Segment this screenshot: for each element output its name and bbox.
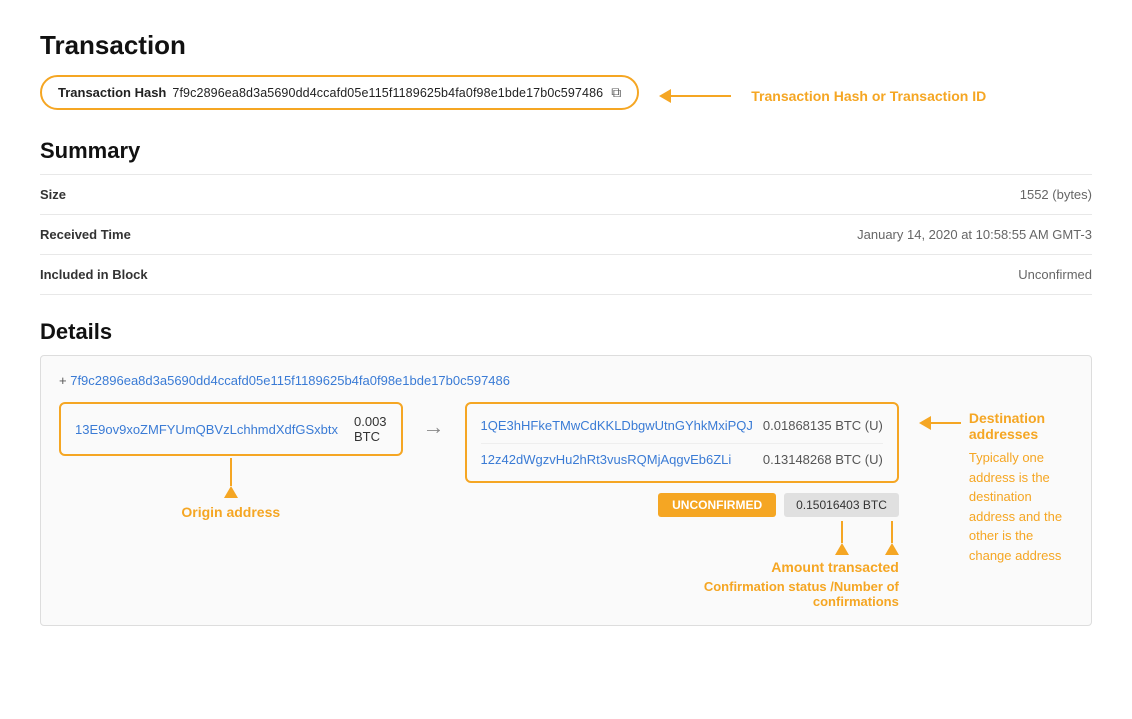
btc-total: 0.15016403 BTC [784, 493, 899, 517]
bottom-labels: Amount transacted Confirmation status /N… [465, 559, 899, 609]
origin-arrow-line [230, 458, 232, 486]
confirmation-arrow-block [835, 519, 849, 555]
confirm-arrow-head [835, 543, 849, 555]
origin-section: 13E9ov9xoZMFYUmQBVzLchhmdXdfGSxbtx 0.003… [59, 402, 403, 520]
origin-label: Origin address [181, 504, 280, 520]
origin-arrow [224, 458, 238, 498]
tx-flow-row: 13E9ov9xoZMFYUmQBVzLchhmdXdfGSxbtx 0.003… [59, 402, 1073, 609]
tx-hash-box: Transaction Hash 7f9c2896ea8d3a5690dd4cc… [40, 75, 639, 110]
dest-box: 1QE3hHFkeTMwCdKKLDbgwUtnGYhkMxiPQJ 0.018… [465, 402, 899, 483]
bottom-arrows-row [465, 519, 899, 555]
dest-annotation-block: Destination addresses Typically one addr… [919, 402, 1073, 565]
page-title: Transaction [40, 30, 1092, 61]
summary-value-received: January 14, 2020 at 10:58:55 AM GMT-3 [857, 227, 1092, 242]
mid-arrow: → [423, 402, 445, 440]
confirm-arrow-line [841, 521, 843, 543]
dest-arrow-head [919, 416, 931, 430]
footer-row: UNCONFIRMED 0.15016403 BTC [465, 493, 899, 517]
arrow-line [671, 95, 731, 97]
tx-hash-value: 7f9c2896ea8d3a5690dd4ccafd05e115f1189625… [172, 86, 603, 100]
flow-arrow-icon: → [423, 414, 445, 440]
dest-annotation-note: Typically one address is the destination… [969, 448, 1073, 565]
amount-arrow [885, 521, 899, 555]
details-box: 7f9c2896ea8d3a5690dd4ccafd05e115f1189625… [40, 355, 1092, 626]
dest-addr-2[interactable]: 12z42dWgzvHu2hRt3vusRQMjAqgvEb6ZLi [481, 452, 732, 467]
dest-arrow-line [931, 422, 961, 424]
arrow-head [659, 89, 671, 103]
summary-section: Size 1552 (bytes) Received Time January … [40, 174, 1092, 295]
dest-ann-text-block: Destination addresses Typically one addr… [969, 410, 1073, 565]
tx-hash-label: Transaction Hash [58, 85, 166, 100]
dest-row-1: 1QE3hHFkeTMwCdKKLDbgwUtnGYhkMxiPQJ 0.018… [481, 414, 883, 437]
amount-arrow-head [885, 543, 899, 555]
amount-arrow-line [891, 521, 893, 543]
tx-hash-arrow [659, 89, 731, 103]
amount-arrow-block [885, 519, 899, 555]
summary-row-received: Received Time January 14, 2020 at 10:58:… [40, 215, 1092, 255]
dest-addr-1[interactable]: 1QE3hHFkeTMwCdKKLDbgwUtnGYhkMxiPQJ [481, 418, 753, 433]
copy-icon[interactable]: ⧉ [611, 84, 621, 101]
unconfirmed-button[interactable]: UNCONFIRMED [658, 493, 776, 517]
confirmation-label: Confirmation status /Number of confirmat… [619, 579, 899, 609]
details-title: Details [40, 319, 1092, 345]
dest-annotation-label: Destination addresses [969, 410, 1073, 442]
summary-key-received: Received Time [40, 227, 131, 242]
dest-amount-2: 0.13148268 BTC (U) [763, 452, 883, 467]
summary-title: Summary [40, 138, 1092, 164]
summary-row-size: Size 1552 (bytes) [40, 174, 1092, 215]
tx-hash-annotation: Transaction Hash or Transaction ID [751, 88, 986, 104]
summary-value-block: Unconfirmed [1018, 267, 1092, 282]
details-tx-link[interactable]: 7f9c2896ea8d3a5690dd4ccafd05e115f1189625… [59, 373, 510, 388]
origin-label-area: Origin address [181, 504, 280, 520]
dest-section: 1QE3hHFkeTMwCdKKLDbgwUtnGYhkMxiPQJ 0.018… [465, 402, 899, 609]
dest-row-2: 12z42dWgzvHu2hRt3vusRQMjAqgvEb6ZLi 0.131… [481, 443, 883, 471]
origin-box: 13E9ov9xoZMFYUmQBVzLchhmdXdfGSxbtx 0.003… [59, 402, 403, 456]
summary-key-block: Included in Block [40, 267, 148, 282]
origin-amount: 0.003 BTC [354, 414, 387, 444]
origin-address[interactable]: 13E9ov9xoZMFYUmQBVzLchhmdXdfGSxbtx [75, 422, 338, 437]
origin-arrow-head [224, 486, 238, 498]
amount-transacted-label: Amount transacted [771, 559, 899, 575]
summary-value-size: 1552 (bytes) [1020, 187, 1092, 202]
dest-amount-1: 0.01868135 BTC (U) [763, 418, 883, 433]
summary-row-block: Included in Block Unconfirmed [40, 255, 1092, 295]
confirm-arrow [835, 521, 849, 555]
dest-ann-arrow [919, 410, 961, 430]
summary-key-size: Size [40, 187, 66, 202]
